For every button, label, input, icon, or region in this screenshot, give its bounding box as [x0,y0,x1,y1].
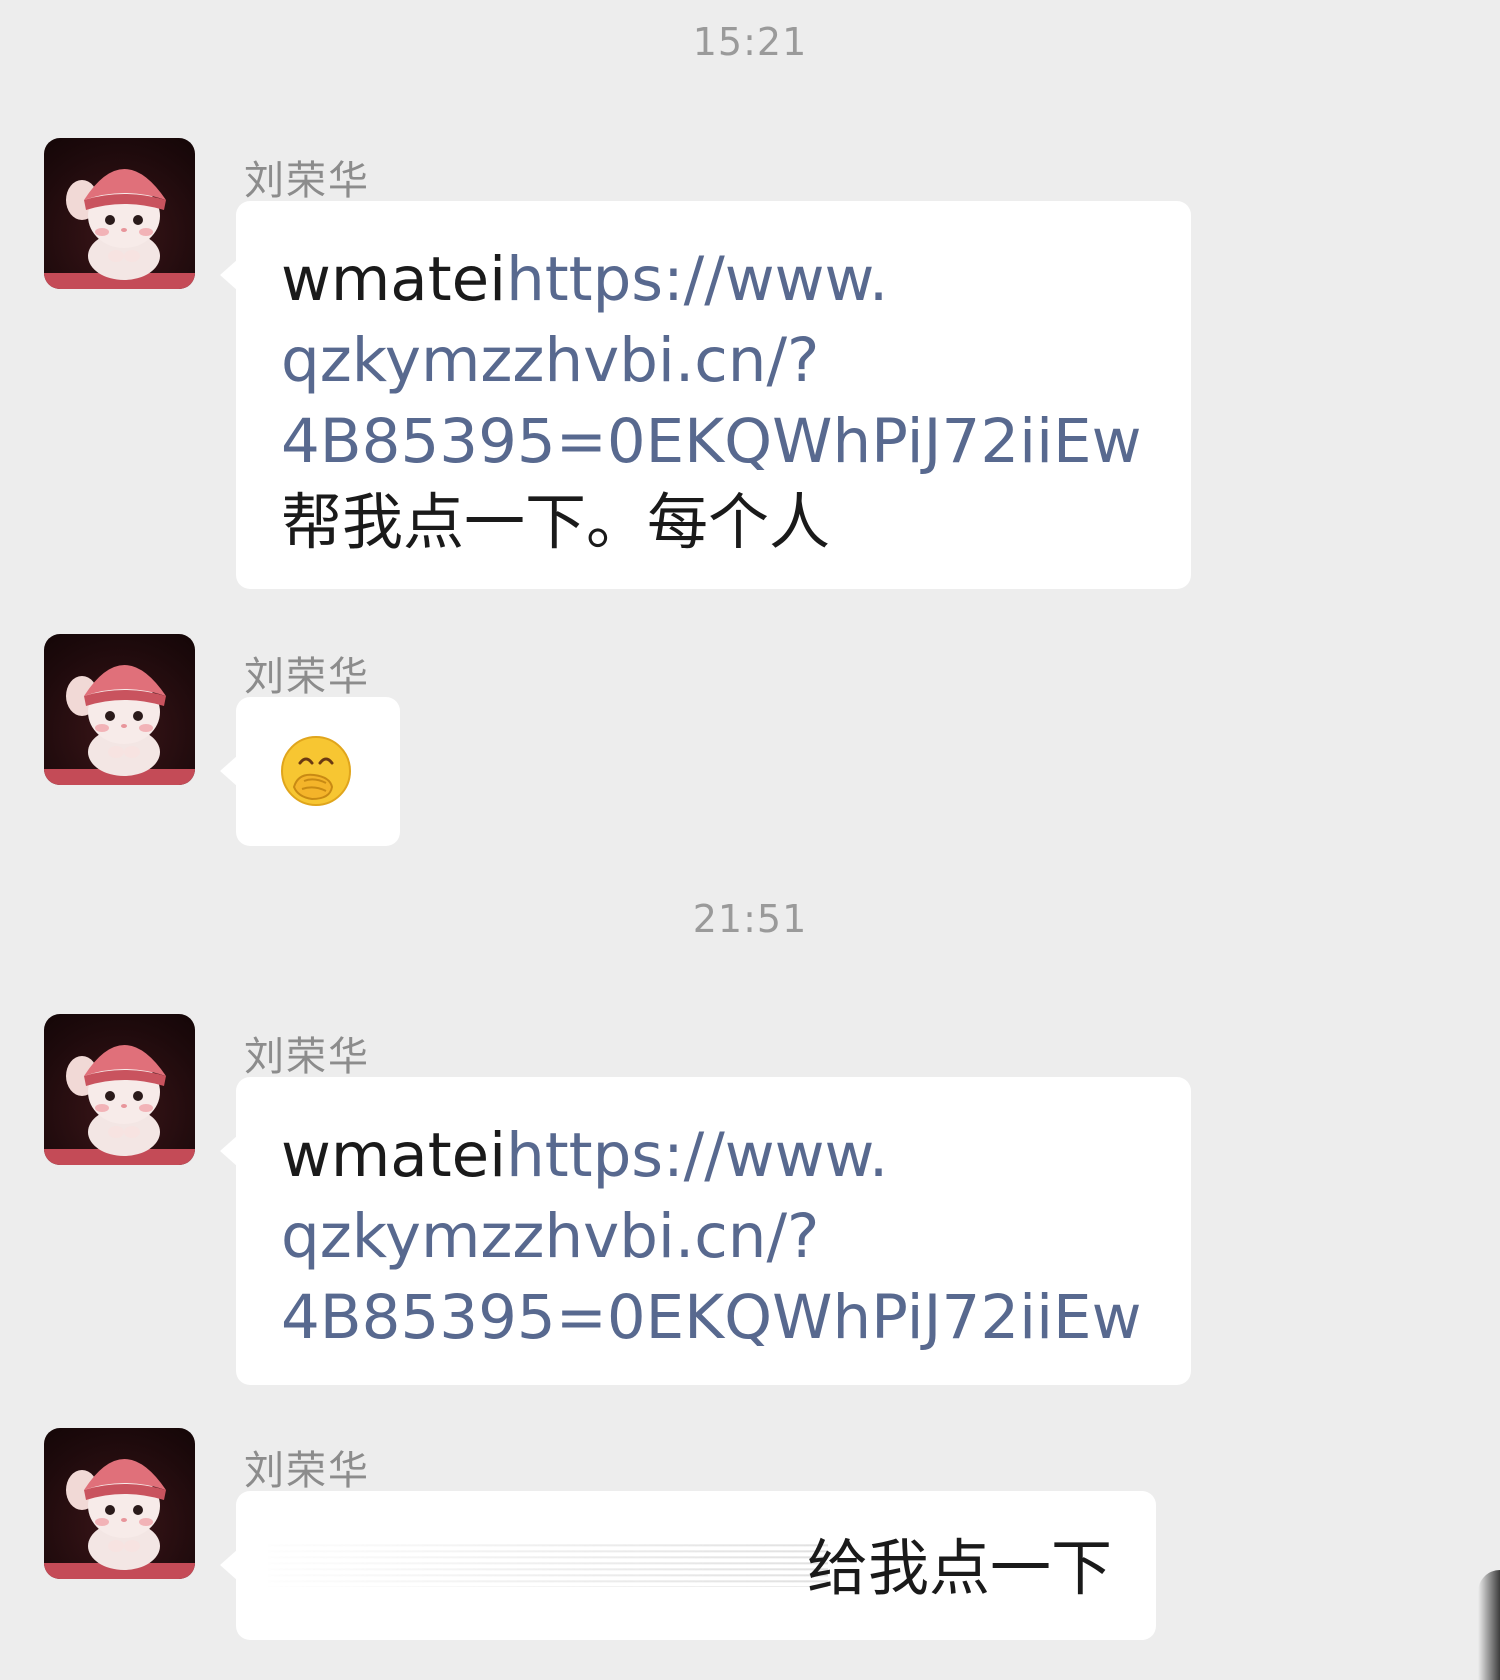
message-bubble[interactable]: wmateihttps://www. qzkymzzhvbi.cn/? 4B85… [220,1077,1191,1385]
message-link-line[interactable]: https://www. [506,1120,888,1191]
message-link-line[interactable]: qzkymzzhvbi.cn/? [281,1201,819,1272]
message-bubble[interactable] [220,697,400,846]
sender-avatar[interactable] [44,634,195,785]
message-text[interactable]: 给我点一下 [807,1529,1112,1609]
message-prefix: wmatei [281,1120,507,1191]
message-bubble[interactable]: wmateihttps://www. qzkymzzhvbi.cn/? 4B85… [220,201,1191,589]
covering-mouth-smile-emoji-icon [281,736,351,806]
message-link-line[interactable]: https://www. [506,244,888,315]
sender-avatar[interactable] [44,1428,195,1579]
message-text[interactable]: wmateihttps://www. qzkymzzhvbi.cn/? 4B85… [281,1115,1142,1358]
sender-avatar[interactable] [44,138,195,289]
message-link-line[interactable]: 4B85395=0EKQWhPiJ72iiEw [281,406,1142,477]
bunny-knit-hat-avatar-icon [44,1459,195,1579]
message-prefix: wmatei [281,244,507,315]
sender-name: 刘荣华 [244,1448,370,1494]
bunny-knit-hat-avatar-icon [44,169,195,289]
bunny-knit-hat-avatar-icon [44,665,195,785]
sender-name: 刘荣华 [244,1034,370,1080]
message-link-line[interactable]: 4B85395=0EKQWhPiJ72iiEw [281,1282,1142,1353]
sender-avatar[interactable] [44,1014,195,1165]
message-text[interactable]: wmateihttps://www. qzkymzzhvbi.cn/? 4B85… [281,239,1142,563]
edge-shadow [1478,1570,1500,1680]
message-suffix: 帮我点一下。每个人 [281,487,831,558]
chat-timestamp: 15:21 [692,20,808,64]
bunny-knit-hat-avatar-icon [44,1045,195,1165]
sender-name: 刘荣华 [244,158,370,204]
message-link-line[interactable]: qzkymzzhvbi.cn/? [281,325,819,396]
message-bubble[interactable]: 给我点一下 [220,1491,1156,1640]
sender-name: 刘荣华 [244,654,370,700]
motion-blur-overlay [268,1541,828,1587]
chat-timestamp: 21:51 [692,897,808,941]
